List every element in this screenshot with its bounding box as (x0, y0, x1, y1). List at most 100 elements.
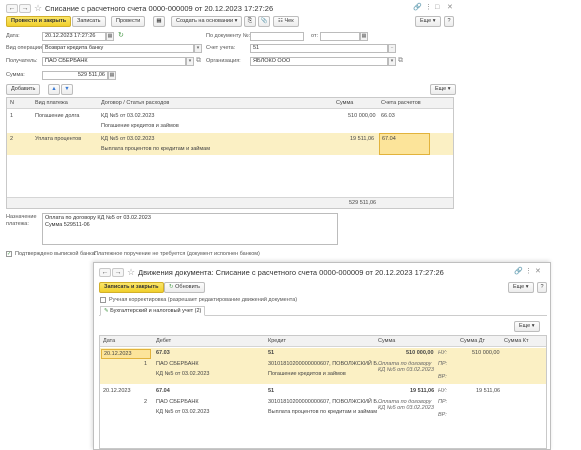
post-button[interactable]: Провести (111, 16, 146, 27)
forward-arrow-icon[interactable]: → (19, 4, 31, 13)
sum-field[interactable]: 529 511,06 (42, 71, 108, 80)
by-doc-label: По документу №: (206, 33, 251, 39)
col-sum-kt: Сумма Кт (504, 338, 529, 344)
col-date: Дата (103, 338, 116, 344)
refresh-label: Обновить (175, 284, 201, 290)
recipient-field[interactable]: ПАО СБЕРБАНК (42, 57, 186, 66)
more-button[interactable]: Еще ▾ (508, 282, 534, 293)
refresh-icon: ↻ (169, 284, 174, 290)
grid-more-button[interactable]: Еще ▾ (514, 321, 540, 332)
entry-credit-sub1: 30101810200000000607, ПОВОЛЖСКИЙ Б... (268, 399, 382, 405)
from-date-field[interactable] (320, 32, 360, 41)
help-button[interactable]: ? (444, 16, 454, 27)
entry-date: 20.12.2023 (103, 388, 131, 394)
table-row[interactable]: 1 Погашение долга КД №5 от 03.02.2023 По… (7, 110, 453, 132)
create-based-button[interactable]: Создать на основании ▾ (171, 16, 243, 27)
account-cell-highlight[interactable]: 67.04 (379, 133, 430, 155)
table-more-label: Еще (435, 86, 447, 92)
tab-accounting[interactable]: ✎ Бухгалтерский и налоговый учет (2) (100, 306, 206, 316)
row-sum: 510 000,00 (348, 113, 376, 119)
favorite-star-icon[interactable]: ☆ (34, 4, 42, 13)
from-calendar-icon[interactable]: ▦ (360, 32, 368, 41)
favorite-star-icon[interactable]: ☆ (127, 268, 135, 277)
confirm-label: Подтверждено выпиской банка: (15, 251, 97, 257)
close-icon[interactable]: ✕ (447, 4, 453, 12)
operation-field[interactable]: Возврат кредита банку (42, 44, 194, 53)
org-dropdown-icon[interactable]: ▾ (388, 57, 396, 66)
journal-icon[interactable]: ▦ (153, 16, 165, 27)
entry-sum: 19 511,06 (410, 388, 435, 394)
entry-sum: 510 000,00 (406, 350, 434, 356)
entry-date-cell: 20.12.2023 (101, 349, 151, 359)
row-account: 66.03 (381, 113, 395, 119)
date-field[interactable]: 20.12.2023 17:27:26 (42, 32, 106, 41)
table-row-selected[interactable]: 2 Уплата процентов КД №5 от 03.02.2023 В… (7, 133, 453, 155)
entry-code-pr: ПР: (438, 361, 448, 367)
entry-debit-sub2: КД №5 от 03.02.2023 (156, 409, 210, 415)
calendar-icon[interactable]: ▦ (106, 32, 114, 41)
by-doc-field[interactable] (250, 32, 304, 41)
entry-credit: 51 (268, 350, 275, 356)
purpose-textarea[interactable]: Оплата по договору КД №5 от 03.02.2023 С… (42, 213, 338, 245)
entry-n: 1 (144, 361, 148, 367)
sum-label: Сумма: (6, 72, 25, 78)
save-and-close-button[interactable]: Записать и закрыть (99, 282, 164, 293)
operation-label: Вид операции: (6, 45, 44, 51)
forward-arrow-icon[interactable]: → (112, 268, 124, 277)
refresh-date-icon[interactable]: ↻ (118, 32, 124, 40)
account-field[interactable]: 51 (250, 44, 388, 53)
table-more-button[interactable]: Еще ▾ (430, 84, 456, 95)
maximize-icon[interactable]: □ (435, 4, 439, 12)
move-down-icon[interactable]: ▼ (61, 84, 73, 95)
entry-row[interactable]: 20.12.2023 67.04 51 19 511,06 НУ: 19 511… (100, 386, 546, 422)
add-row-button[interactable]: Добавить (6, 84, 41, 95)
link-icon[interactable]: 🔗 (413, 4, 422, 12)
attach-icon[interactable]: 📎 (258, 16, 270, 27)
entry-code-vr: ВР: (438, 374, 447, 380)
purpose-line-2: Сумма 529511-06 (45, 222, 90, 228)
link-icon[interactable]: 🔗 (514, 268, 523, 276)
table-header: N Вид платежа Договор / Статья расходов … (7, 98, 453, 109)
print-icon[interactable]: ⎘ (244, 16, 256, 27)
document-window: ← → ☆ Списание с расчетного счета 0000-0… (0, 0, 462, 268)
manual-correction-checkbox[interactable] (100, 297, 106, 303)
more-button[interactable]: Еще ▾ (415, 16, 441, 27)
back-arrow-icon[interactable]: ← (6, 4, 18, 13)
org-label: Организация: (206, 58, 241, 64)
more-dots-icon[interactable]: ⋮ (425, 4, 432, 12)
movements-window: ← → ☆ Движения документа: Списание с рас… (93, 262, 551, 450)
date-label: Дата: (6, 33, 20, 39)
more-label: Еще (513, 284, 525, 290)
row-article: Погашение кредитов и займов (101, 123, 179, 129)
save-button[interactable]: Записать (72, 16, 106, 27)
row-contract: КД №5 от 03.02.2023 (101, 136, 155, 142)
post-and-close-button[interactable]: Провести и закрыть (6, 16, 72, 27)
back-arrow-icon[interactable]: ← (99, 268, 111, 277)
entry-row-selected[interactable]: 20.12.2023 67.03 51 510 000,00 НУ: 510 0… (100, 348, 546, 384)
entry-credit: 51 (268, 388, 275, 394)
recipient-dropdown-icon[interactable]: ▾ (186, 57, 194, 66)
col-accounts: Счета расчетов (381, 100, 421, 106)
receipt-button[interactable]: ☷ Чек (273, 16, 299, 27)
recipient-open-icon[interactable]: ⧉ (196, 57, 201, 65)
recipient-label: Получатель: (6, 58, 38, 64)
entry-debit-sub1: ПАО СБЕРБАНК (156, 399, 199, 405)
row-contract: КД №5 от 03.02.2023 (101, 113, 155, 119)
col-contract: Договор / Статья расходов (101, 100, 170, 106)
org-open-icon[interactable]: ⧉ (398, 57, 403, 65)
account-select-icon[interactable]: ·· (388, 44, 396, 53)
tab-accounting-label: Бухгалтерский и налоговый учет (2) (110, 308, 202, 314)
move-up-icon[interactable]: ▲ (48, 84, 60, 95)
operation-dropdown-icon[interactable]: ▾ (194, 44, 202, 53)
org-field[interactable]: ЯБЛОКО ООО (250, 57, 388, 66)
confirm-checkbox[interactable]: ✓ (6, 251, 12, 257)
row-account: 67.04 (382, 136, 396, 142)
row-type: Уплата процентов (35, 136, 82, 142)
entry-code-nu: НУ: (438, 388, 447, 394)
calculator-icon[interactable]: ▦ (108, 71, 116, 80)
close-icon[interactable]: ✕ (535, 268, 541, 276)
more-dots-icon[interactable]: ⋮ (525, 268, 532, 276)
help-button[interactable]: ? (537, 282, 547, 293)
refresh-button[interactable]: ↻ Обновить (164, 282, 206, 293)
payments-table: N Вид платежа Договор / Статья расходов … (6, 97, 454, 209)
